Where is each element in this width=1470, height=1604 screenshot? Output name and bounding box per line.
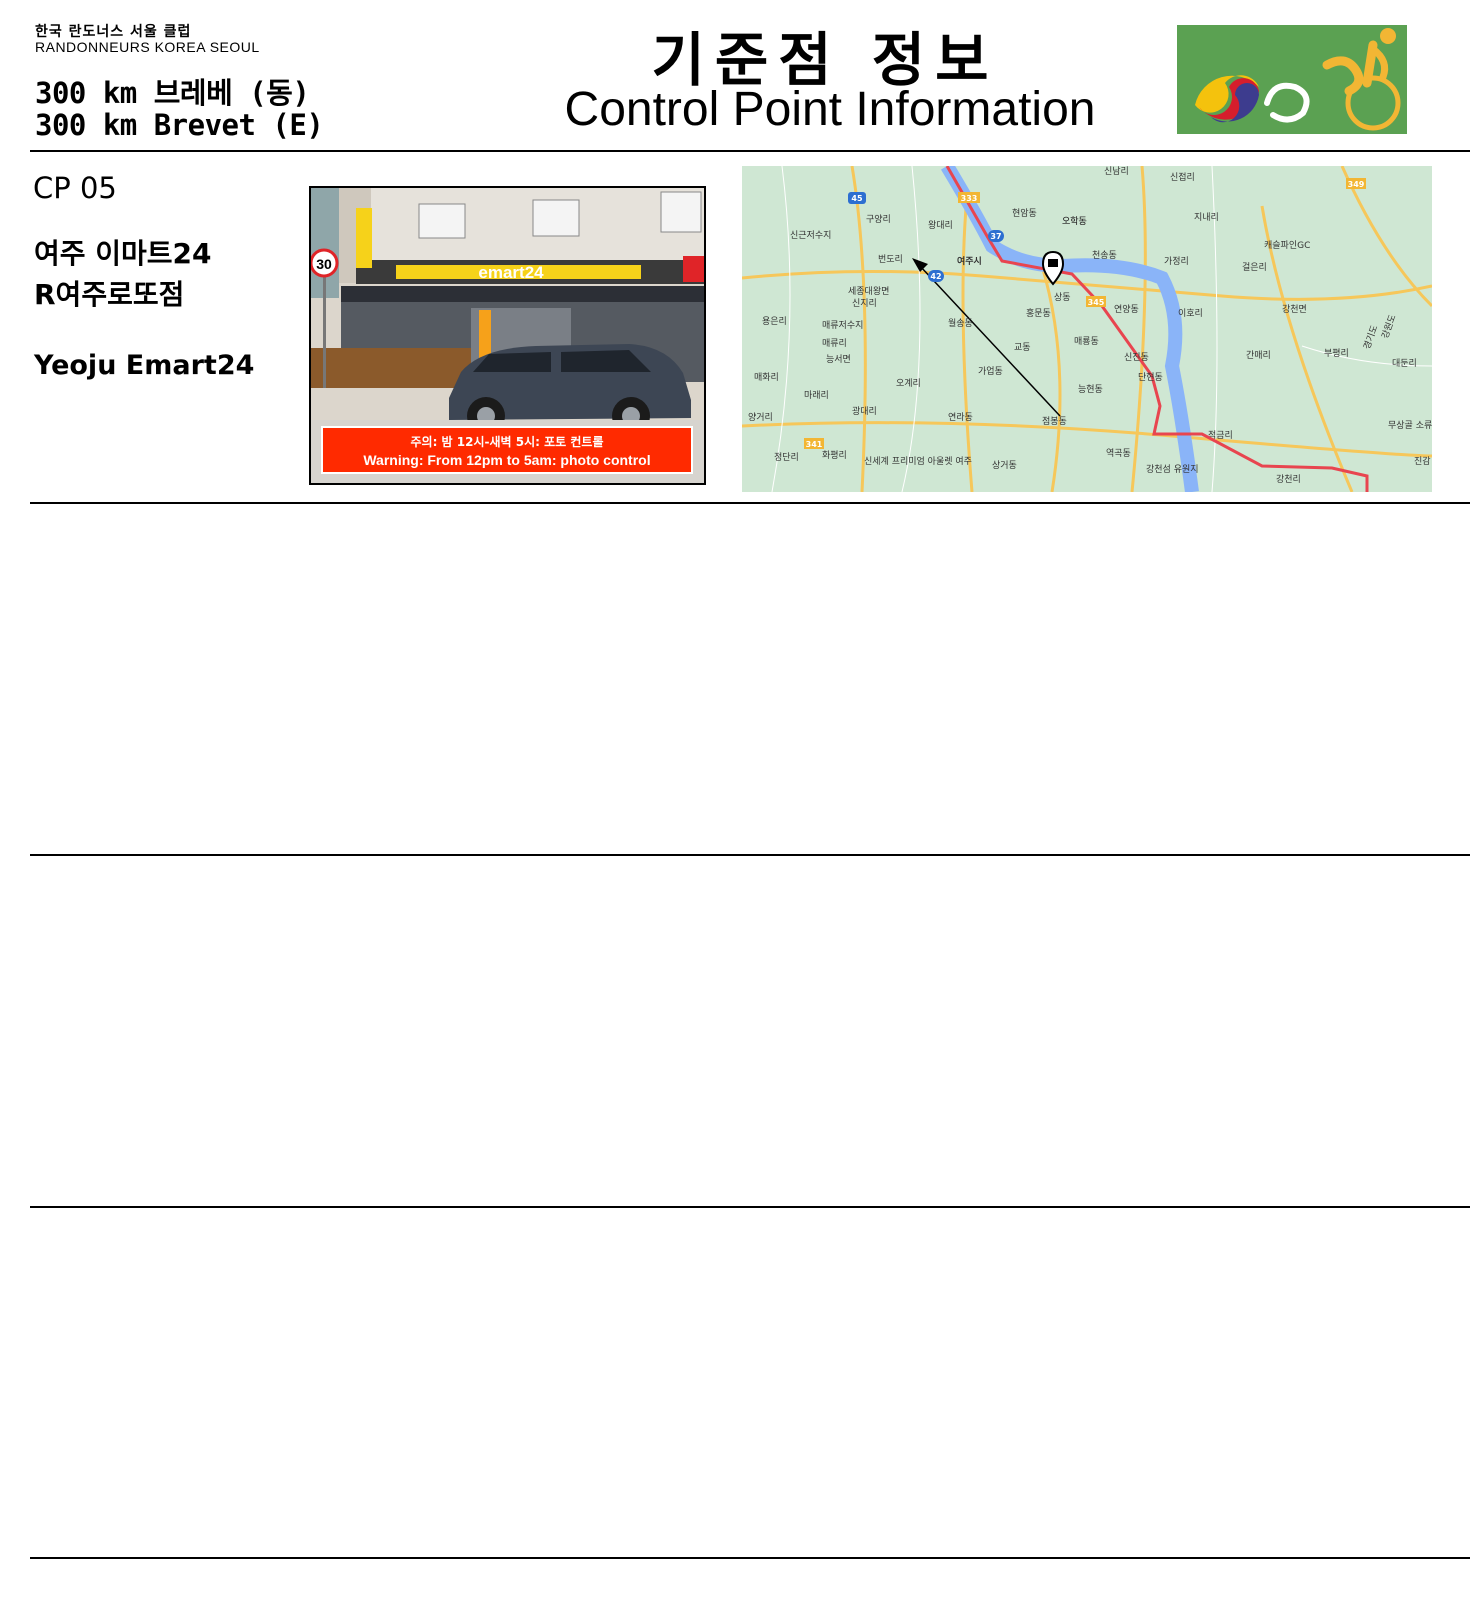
map-label: 강천섬 유원지 — [1146, 464, 1199, 475]
control-point-number: CP 05 — [33, 171, 117, 205]
map-label: 번도리 — [878, 254, 903, 265]
header-divider — [30, 150, 1470, 152]
control-point-name-korean: 여주 이마트24 — [34, 237, 212, 270]
map-label: 연라동 — [948, 412, 973, 423]
map-label: 신세계 프리미엄 아울렛 여주 — [864, 455, 972, 467]
section-divider-1 — [30, 502, 1470, 504]
map-label: 간매리 — [1246, 350, 1271, 361]
map-label: 신남리 — [1104, 166, 1129, 177]
map-label: 매룡동 — [1074, 336, 1099, 347]
map-label: 대둔리 — [1392, 358, 1417, 369]
map-label: 역곡동 — [1106, 448, 1131, 459]
map-label: 현암동 — [1012, 207, 1037, 219]
map-label: 세종대왕면 — [848, 286, 889, 297]
road-shield: 345 — [1088, 298, 1105, 307]
control-point-branch-korean: R여주로또점 — [34, 278, 185, 311]
map-label: 점봉동 — [1042, 415, 1067, 427]
map-label: 강천리 — [1276, 474, 1301, 485]
map-label: 여주시 — [957, 255, 982, 267]
map-label: 월송동 — [948, 317, 973, 329]
road-shield: 349 — [1348, 180, 1365, 189]
map-label: 정단리 — [774, 452, 799, 463]
map-label: 홍문동 — [1026, 307, 1051, 319]
brevet-title-korean: 300 km 브레베 (동) — [35, 76, 310, 110]
map-label: 매류리 — [822, 338, 847, 349]
map-label: 화평리 — [822, 450, 847, 461]
club-logo — [1177, 25, 1407, 134]
map-label: 캐슬파인GC — [1264, 240, 1310, 251]
map-label: 신진동 — [1124, 352, 1149, 363]
map-label: 걸은리 — [1242, 262, 1267, 273]
map-label: 매류저수지 — [822, 320, 863, 331]
road-shield: 333 — [961, 194, 978, 203]
warning-text-korean: 주의: 밤 12시-새벽 5시: 포토 컨트롤 — [410, 435, 604, 449]
map-label: 가정리 — [1164, 256, 1189, 267]
map-label: 상동 — [1054, 292, 1071, 303]
map-label: 단현동 — [1138, 372, 1163, 383]
map-label: 상거동 — [992, 460, 1017, 471]
map-label: 오계리 — [896, 377, 921, 389]
map-label: 신근저수지 — [790, 230, 831, 241]
map-label: 천송동 — [1092, 250, 1117, 261]
club-name-korean: 한국 란도너스 서울 클럽 — [35, 24, 192, 40]
section-divider-3 — [30, 1206, 1470, 1208]
map-label: 능현동 — [1078, 384, 1103, 395]
map-label: 매화리 — [754, 372, 779, 383]
club-name-english: RANDONNEURS KOREA SEOUL — [35, 39, 260, 55]
map-label: 광대리 — [852, 405, 877, 417]
page-title-english: Control Point Information — [564, 83, 1096, 136]
photo-control-warning: 주의: 밤 12시-새벽 5시: 포토 컨트롤 Warning: From 12… — [321, 426, 693, 474]
map-label: 지내리 — [1194, 212, 1219, 223]
section-divider-4 — [30, 1557, 1470, 1559]
map-label: 이호리 — [1178, 308, 1203, 319]
speed-limit-sign: 30 — [316, 256, 332, 272]
map-label: 양거리 — [748, 412, 773, 423]
road-shield: 341 — [806, 440, 823, 449]
road-shield: 37 — [990, 232, 1001, 241]
map-label: 왕대리 — [928, 220, 953, 231]
control-point-name-english: Yeoju Emart24 — [34, 350, 255, 381]
map-label: 부평리 — [1324, 348, 1349, 359]
store-sign-text: emart24 — [478, 263, 544, 282]
route-map: 45 333 37 42 345 349 341 여주시 번도리 세종대왕면 신… — [742, 166, 1432, 492]
map-label: 연양동 — [1114, 304, 1139, 315]
road-shield: 45 — [851, 194, 863, 203]
map-label: 진감 — [1414, 455, 1431, 467]
map-label: 구양리 — [866, 214, 891, 225]
map-label: 교동 — [1014, 342, 1031, 353]
map-label: 능서면 — [826, 354, 851, 365]
map-label: 강천면 — [1282, 304, 1307, 315]
road-shield: 42 — [930, 272, 941, 281]
map-label: 용은리 — [762, 316, 787, 327]
map-label: 가업동 — [978, 366, 1003, 377]
section-divider-2 — [30, 854, 1470, 856]
map-label: 신접리 — [1170, 171, 1195, 183]
brevet-title-english: 300 km Brevet (E) — [35, 108, 324, 142]
warning-text-english: Warning: From 12pm to 5am: photo control — [363, 452, 651, 468]
map-label: 마래리 — [804, 390, 829, 401]
map-label: 무상골 소류지 — [1388, 420, 1432, 431]
map-label: 적금리 — [1208, 429, 1233, 441]
map-label: 오학동 — [1062, 216, 1087, 227]
store-photo: emart24 30 주의: 밤 12시-새벽 5시: 포토 컨트롤 Warni… — [309, 186, 706, 485]
map-label: 신지리 — [852, 298, 877, 309]
